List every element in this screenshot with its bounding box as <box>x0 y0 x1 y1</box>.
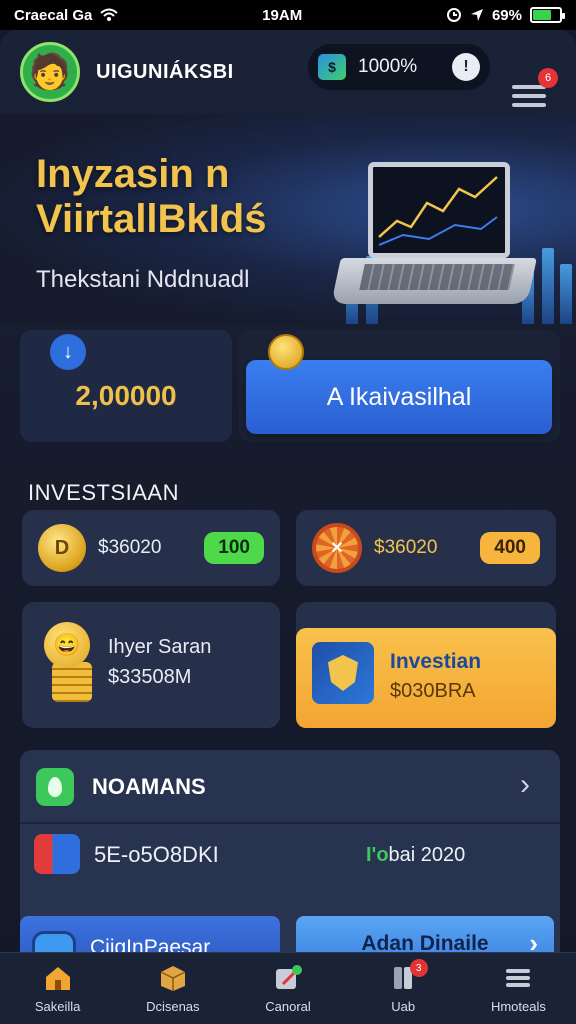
details-panel: NOAMANS › 5E-o5O8DKI I'obai 2020 CiigInP… <box>20 750 560 980</box>
investment-item[interactable]: D $36020 100 <box>22 510 280 586</box>
coin-icon <box>268 334 304 370</box>
panel-title: NOAMANS <box>92 774 206 799</box>
action-card: A Ikaivasilhal <box>238 330 560 442</box>
list-icon <box>503 963 533 993</box>
arrow-down-icon: ↓ <box>50 334 86 370</box>
section-title: INVESTSIAAN <box>28 480 179 505</box>
location-icon <box>470 9 483 21</box>
home-icon <box>43 963 73 993</box>
menu-badge: 6 <box>538 68 558 88</box>
balance-stat-card[interactable]: ↓ 2,00000 <box>20 330 232 442</box>
coin-icon: D <box>38 524 86 572</box>
wheel-icon: ✕ <box>312 523 362 573</box>
investment-badge: 400 <box>480 532 540 564</box>
chevron-right-icon[interactable]: › <box>520 768 530 802</box>
panel-row-date: I'obai 2020 <box>366 844 466 866</box>
tab-menu[interactable]: Hmoteals <box>461 953 576 1024</box>
investment-item[interactable]: ✕ $36020 400 <box>296 510 556 586</box>
tab-bar: Sakeilla Dcisenas Canoral 3 Uab Hmoteals <box>0 952 576 1024</box>
investment-amount: $36020 <box>374 537 438 558</box>
carrier-label: Craecal Ga <box>14 6 93 24</box>
panel-row-value: 5E-o5O8DKI <box>94 842 219 867</box>
promo-amount: $030BRA <box>390 680 476 702</box>
feature-card[interactable]: 😄 Ihyer Saran $33508M <box>22 602 280 728</box>
tab-label: Canoral <box>265 999 311 1014</box>
balance-amount: 1000% <box>358 56 418 77</box>
avatar[interactable]: 🧑 <box>20 42 80 102</box>
menu-button[interactable]: 6 <box>512 68 558 118</box>
status-bar: Craecal Ga 19AM 69% <box>0 0 576 30</box>
coin-mascot-icon: 😄 <box>38 622 100 706</box>
feature-amount: $33508M <box>108 666 192 688</box>
card-icon <box>34 834 80 874</box>
hero-banner[interactable]: Inyzasin n ViirtallBkIdś Thekstani Nddnu… <box>0 114 576 324</box>
divider <box>20 822 560 824</box>
edit-icon <box>273 963 303 993</box>
box-icon <box>158 963 188 993</box>
feature-title: Ihyer Saran <box>108 636 212 658</box>
app-header: 🧑 UIGUNIÁKSBI <box>0 30 576 114</box>
tab-label: Dcisenas <box>146 999 200 1014</box>
investment-amount: $36020 <box>98 537 162 558</box>
hero-subtitle: Thekstani Nddnuadl <box>36 266 250 293</box>
promo-card[interactable]: Investian $030BRA <box>296 628 556 728</box>
battery-icon <box>530 7 565 23</box>
promo-title: Investian <box>390 650 482 673</box>
balance-pill[interactable]: $ 1000% ! <box>308 44 490 90</box>
alarm-icon <box>446 8 461 22</box>
tab-label: Uab <box>391 999 416 1014</box>
wifi-icon <box>100 8 119 21</box>
tab-packages[interactable]: Dcisenas <box>115 953 230 1024</box>
laptop-chart-icon <box>331 162 537 322</box>
shield-icon <box>312 642 374 704</box>
stat-value: 2,00000 <box>75 380 177 411</box>
tab-uab[interactable]: 3 Uab <box>346 953 461 1024</box>
primary-action-button[interactable]: A Ikaivasilhal <box>246 360 552 434</box>
tab-center[interactable]: Canoral <box>230 953 345 1024</box>
tab-home[interactable]: Sakeilla <box>0 953 115 1024</box>
app-screen: 🧑 UIGUNIÁKSBI $ 1000% ! 6 Inyzasin n Vii… <box>0 30 576 1024</box>
leaf-icon <box>36 768 74 806</box>
tab-label: Sakeilla <box>34 999 81 1014</box>
hero-title: Inyzasin n ViirtallBkIdś <box>36 152 267 241</box>
info-icon[interactable]: ! <box>452 53 480 81</box>
brand-name: UIGUNIÁKSBI <box>96 60 234 83</box>
tab-badge: 3 <box>409 959 428 977</box>
battery-percent: 69% <box>491 6 522 24</box>
clock: 19AM <box>262 6 303 24</box>
investment-badge: 100 <box>204 532 264 564</box>
wallet-chip-icon: $ <box>318 54 346 80</box>
tab-label: Hmoteals <box>490 999 546 1014</box>
